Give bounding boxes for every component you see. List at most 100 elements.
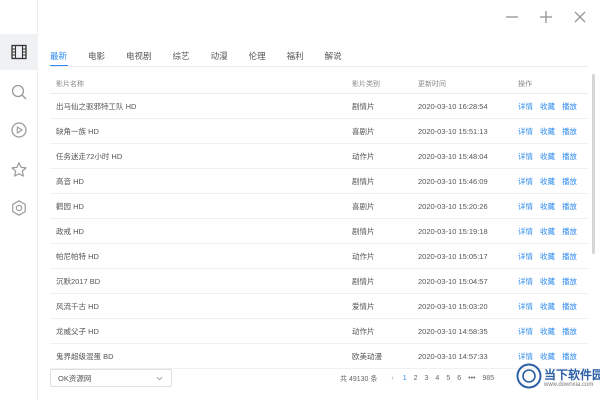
details-link[interactable]: 详情 [518,126,533,137]
favorite-link[interactable]: 收藏 [540,101,555,112]
row-actions: 详情 收藏 播放 [518,301,588,312]
details-link[interactable]: 详情 [518,101,533,112]
details-link[interactable]: 详情 [518,326,533,337]
play-link[interactable]: 播放 [562,251,577,262]
play-link[interactable]: 播放 [562,126,577,137]
video-name: 出马仙之驱邪特工队 HD [56,101,137,111]
prev-page-button[interactable]: ‹ [391,375,393,382]
details-link[interactable]: 详情 [518,276,533,287]
video-type: 剧情片 [352,226,375,236]
table-row[interactable]: 沉默2017 BD 剧情片 2020-03-10 15:04:57 详情 收藏 播放 [50,269,588,294]
tab-item[interactable]: 最新 [50,48,67,64]
favorite-link[interactable]: 收藏 [540,151,555,162]
video-name: 政戒 HD [56,226,84,236]
details-link[interactable]: 详情 [518,176,533,187]
tab-item[interactable]: 综艺 [173,48,190,64]
play-link[interactable]: 播放 [562,201,577,212]
table-header: 影片名称 影片类别 更新时间 操作 [50,74,588,94]
video-updated-time: 2020-03-10 15:19:18 [418,226,488,236]
table-row[interactable]: 政戒 HD 剧情片 2020-03-10 15:19:18 详情 收藏 播放 [50,219,588,244]
plus-icon [540,11,552,23]
watermark-logo-icon [516,363,542,389]
window-controls [500,6,592,28]
play-link[interactable]: 播放 [562,151,577,162]
favorite-link[interactable]: 收藏 [540,176,555,187]
add-button[interactable] [534,6,558,28]
minimize-button[interactable] [500,6,524,28]
film-icon [11,44,27,60]
sidebar-item-search[interactable] [0,74,38,110]
video-updated-time: 2020-03-10 15:48:04 [418,151,488,161]
favorite-link[interactable]: 收藏 [540,201,555,212]
video-updated-time: 2020-03-10 15:46:09 [418,176,488,186]
page-number-button[interactable]: 1 [403,375,407,382]
table-row[interactable]: 鬼界超级混蛋 BD 欧美动漫 2020-03-10 14:57:33 详情 收藏 播放 [50,344,588,369]
table-row[interactable]: 出马仙之驱邪特工队 HD 剧情片 2020-03-10 16:28:54 详情 收藏 播放 [50,94,588,119]
sidebar-item-favorites[interactable] [0,152,38,188]
table-row[interactable]: 高音 HD 剧情片 2020-03-10 15:46:09 详情 收藏 播放 [50,169,588,194]
table-row[interactable]: 帕尼帕特 HD 动作片 2020-03-10 15:05:17 详情 收藏 播放 [50,244,588,269]
favorite-link[interactable]: 收藏 [540,301,555,312]
play-link[interactable]: 播放 [562,226,577,237]
video-updated-time: 2020-03-10 15:51:13 [418,126,488,136]
page-number-button[interactable]: 3 [425,375,429,382]
video-name: 沉默2017 BD [56,276,101,286]
favorite-link[interactable]: 收藏 [540,276,555,287]
play-link[interactable]: 播放 [562,301,577,312]
tab-item[interactable]: 伦理 [249,48,266,64]
video-name: 缺角一族 HD [56,126,99,136]
column-header-time: 更新时间 [418,80,446,88]
table-row[interactable]: 鹳园 HD 喜剧片 2020-03-10 15:20:26 详情 收藏 播放 [50,194,588,219]
page-number-button[interactable]: 5 [446,375,450,382]
favorite-link[interactable]: 收藏 [540,251,555,262]
play-link[interactable]: 播放 [562,101,577,112]
tab-item[interactable]: 电视剧 [126,48,152,64]
gear-icon [12,200,26,216]
pagination-ellipsis[interactable]: ••• [468,375,475,382]
sidebar-item-play[interactable] [0,112,38,148]
favorite-link[interactable]: 收藏 [540,326,555,337]
favorite-link[interactable]: 收藏 [540,126,555,137]
column-header-name: 影片名称 [56,80,84,88]
video-updated-time: 2020-03-10 15:20:26 [418,201,488,211]
video-updated-time: 2020-03-10 14:58:35 [418,326,488,336]
tab-divider [50,66,588,67]
tab-item[interactable]: 动漫 [211,48,228,64]
source-select[interactable]: OK资源网 [50,369,172,387]
details-link[interactable]: 详情 [518,251,533,262]
page-number-button[interactable]: 6 [457,375,461,382]
play-link[interactable]: 播放 [562,176,577,187]
scrollbar-thumb[interactable] [592,74,595,254]
play-link[interactable]: 播放 [562,326,577,337]
video-type: 爱情片 [352,301,375,311]
page-number-button[interactable]: 4 [435,375,439,382]
favorite-link[interactable]: 收藏 [540,226,555,237]
table-body: 出马仙之驱邪特工队 HD 剧情片 2020-03-10 16:28:54 详情 收藏 播放… [50,94,588,369]
close-button[interactable] [568,6,592,28]
video-updated-time: 2020-03-10 15:04:57 [418,276,488,286]
details-link[interactable]: 详情 [518,301,533,312]
last-page-button[interactable]: 985 [483,375,495,382]
table-row[interactable]: 龙威父子 HD 动作片 2020-03-10 14:58:35 详情 收藏 播放 [50,319,588,344]
sidebar-item-settings[interactable] [0,190,38,226]
tab-item[interactable]: 解说 [325,48,342,64]
details-link[interactable]: 详情 [518,226,533,237]
category-tabs: 最新 电影 电视剧 综艺 动漫 伦理 福利 解说 [50,48,363,64]
details-link[interactable]: 详情 [518,151,533,162]
watermark: 当下软件园 www.downxia.com [514,360,600,396]
details-link[interactable]: 详情 [518,201,533,212]
table-row[interactable]: 任务迷走72小时 HD 动作片 2020-03-10 15:48:04 详情 收藏 播放 [50,144,588,169]
sidebar [0,0,38,400]
video-type: 剧情片 [352,176,375,186]
tab-item[interactable]: 电影 [88,48,105,64]
page-number-button[interactable]: 2 [414,375,418,382]
sidebar-item-movies[interactable] [0,34,38,70]
scrollbar[interactable] [592,74,595,374]
video-name: 鬼界超级混蛋 BD [56,351,114,361]
tab-item[interactable]: 福利 [287,48,304,64]
play-link[interactable]: 播放 [562,276,577,287]
close-icon [574,11,586,23]
table-row[interactable]: 缺角一族 HD 喜剧片 2020-03-10 15:51:13 详情 收藏 播放 [50,119,588,144]
video-name: 风流千古 HD [56,301,99,311]
table-row[interactable]: 风流千古 HD 爱情片 2020-03-10 15:03:20 详情 收藏 播放 [50,294,588,319]
